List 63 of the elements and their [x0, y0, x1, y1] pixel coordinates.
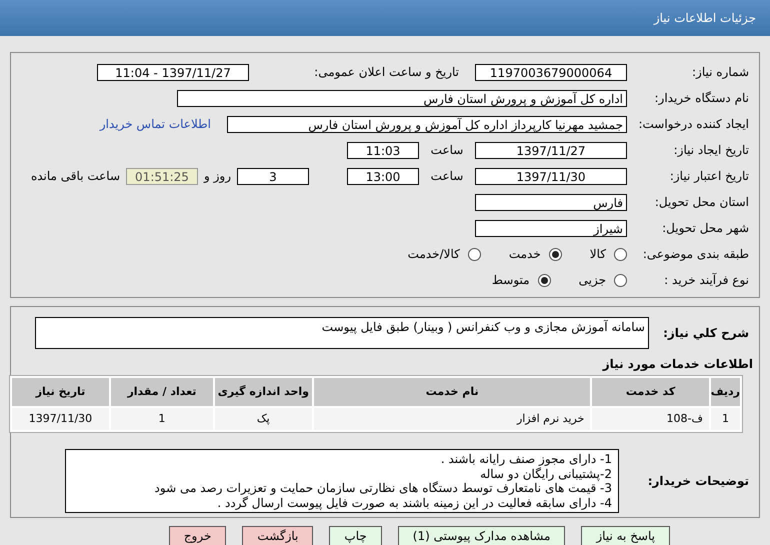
field-label: تاریخ و ساعت اعلان عمومی: [313, 65, 460, 79]
creator-field: جمشید مهرنیا کارپرداز اداره کل آموزش و پرورش استان فارس [227, 116, 627, 132]
summary-field: سامانه آموزش مجازی و وب کنفرانس ( وبینار) طبق فایل پیوست [35, 317, 649, 349]
field-label: تاریخ ایجاد نیاز: [672, 143, 750, 157]
buyer-field: اداره کل آموزش و پرورش استان فارس [177, 90, 627, 106]
field-label: تاریخ اعتبار نیاز: [668, 169, 750, 183]
field-label: شماره نیاز: [691, 65, 750, 79]
column-header: تاریخ نیاز [12, 378, 110, 406]
field-label: شهر محل تحویل: [661, 221, 750, 235]
field-label: نام دستگاه خریدار: [654, 91, 750, 105]
table-cell: 1 [110, 408, 213, 430]
field-label: استان محل تحویل: [654, 195, 750, 209]
page-title: جزئیات اطلاعات نیاز [654, 11, 756, 25]
field-label: نوع فرآیند خرید : [663, 273, 750, 287]
field-label: ایجاد کننده درخواست: [637, 117, 750, 131]
field-label: ساعت باقی مانده [30, 169, 121, 183]
column-header: کد خدمت [592, 378, 709, 406]
time-field: 11:03 [347, 142, 419, 158]
table-cell: خرید نرم افزار [314, 408, 590, 430]
buyer-contact-link[interactable]: اطلاعات تماس خریدار [100, 117, 211, 131]
province-field: فارس [475, 194, 627, 210]
field-label: روز و [202, 169, 232, 183]
action-button[interactable]: خروج [168, 526, 226, 545]
announce-date-field: 1397/11/27 - 11:04 [97, 64, 249, 80]
action-button[interactable]: چاپ [329, 526, 382, 545]
note-line: 1- دارای مجوز صنف رایانه باشند . [440, 452, 612, 466]
note-line: 3- قیمت های نامتعارف توسط دستگاه های نظارتی سازمان حمایت و تعزیرات رصد می شود [154, 481, 612, 496]
city-field: شیراز [475, 220, 627, 236]
action-button[interactable]: پاسخ به نیاز [581, 526, 670, 545]
radio-button[interactable] [548, 248, 562, 260]
field-label: ساعت [430, 143, 464, 157]
field-label: شرح کلي نیاز: [662, 326, 750, 340]
column-header: تعداد / مقدار [111, 378, 213, 406]
radio-button[interactable] [538, 274, 551, 286]
radio-option[interactable]: کالا [590, 247, 627, 261]
radio-option[interactable]: متوسط [492, 273, 551, 287]
column-header: واحد اندازه گیری [214, 378, 312, 406]
action-button[interactable]: بازگشت [242, 526, 314, 545]
field-label: طبقه بندی موضوعی: [642, 247, 750, 261]
note-line: 2-پشتیبانی رایگان دو ساله [479, 466, 612, 481]
date-field: 1397/11/30 [475, 168, 627, 184]
table-cell: ف-108 [592, 408, 709, 430]
need-number-field: 1197003679000064 [475, 64, 627, 80]
time-field: 13:00 [347, 168, 419, 184]
date-field: 1397/11/27 [475, 142, 627, 158]
section-title: اطلاعات خدمات مورد نیاز [601, 357, 753, 371]
radio-option[interactable]: خدمت [508, 247, 562, 261]
radio-button[interactable] [614, 248, 627, 260]
field-label: توضیحات خریدار: [646, 474, 750, 488]
field-label: ساعت [430, 169, 464, 183]
table-cell: 1 [710, 408, 740, 430]
remaining-time-field: 01:51:25 [126, 168, 198, 184]
column-header: ردیف [710, 378, 740, 406]
column-header: نام خدمت [314, 378, 590, 406]
radio-option[interactable]: کالا/خدمت [408, 247, 481, 261]
radio-button[interactable] [614, 274, 627, 286]
action-button[interactable]: مشاهده مدارک پیوستی (1) [398, 526, 566, 545]
table-cell: 1397/11/30 [12, 408, 109, 430]
days-field: 3 [237, 168, 309, 184]
radio-option[interactable]: جزیی [578, 273, 627, 287]
note-line: 4- دارای سابقه فعالیت در این زمینه باشند به صورت فایل پیوست ارسال گردد . [216, 496, 612, 510]
table-cell: پک [214, 408, 312, 430]
radio-button[interactable] [468, 248, 481, 260]
